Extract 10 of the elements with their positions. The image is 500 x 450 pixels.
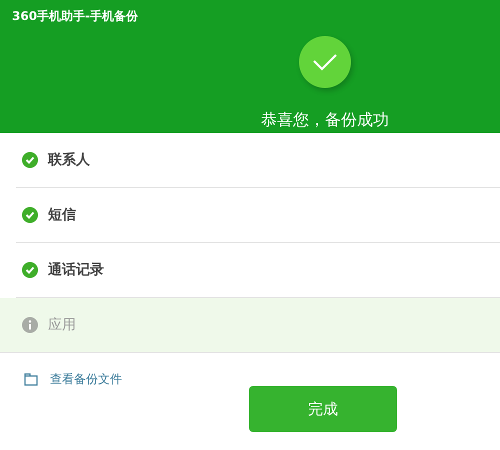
folder-icon: [24, 372, 38, 386]
backup-item-label: 通话记录: [48, 260, 104, 280]
success-message: 恭喜您，备份成功: [261, 109, 389, 131]
done-button[interactable]: 完成: [249, 386, 397, 432]
backup-item-label: 联系人: [48, 150, 90, 170]
success-check-icon: [299, 36, 351, 88]
window-title: 360手机助手-手机备份: [12, 8, 138, 25]
backup-item-label: 应用: [48, 316, 76, 334]
backup-item-label: 短信: [48, 206, 76, 224]
view-backup-files-link[interactable]: 查看备份文件: [50, 370, 122, 388]
